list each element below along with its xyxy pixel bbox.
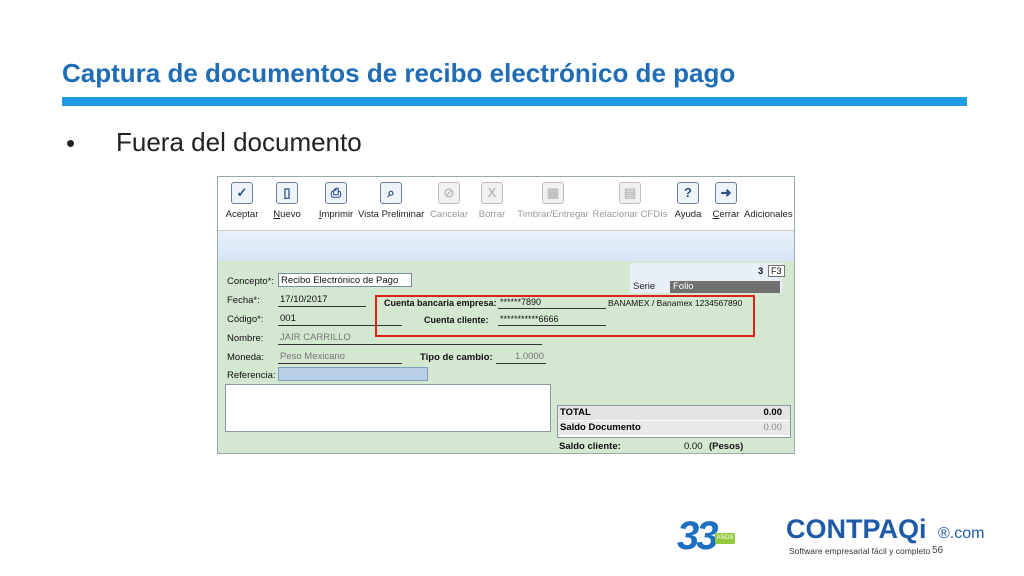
imprimir-button[interactable]: ⎙ Imprimir	[316, 180, 356, 228]
check-icon: ✓	[231, 182, 253, 204]
total-row: TOTAL 0.00	[558, 406, 790, 420]
saldo-documento-value: 0.00	[763, 422, 783, 433]
codigo-label: Código*:	[227, 314, 264, 325]
nuevo-button[interactable]: ▯ Nuevo	[268, 180, 306, 228]
aceptar-button[interactable]: ✓ Aceptar	[222, 180, 262, 228]
f3-key[interactable]: F3	[768, 265, 785, 277]
relacionar-cfdis-button[interactable]: ▤ Relacionar CFDIs	[592, 180, 668, 228]
stamp-icon: ▦	[542, 182, 564, 204]
referencia-label: Referencia:	[227, 370, 276, 381]
brand-tagline: Software empresarial fácil y completo	[789, 546, 931, 556]
nuevo-label: Nuevo	[273, 209, 301, 220]
folio-number: 3	[758, 266, 764, 277]
adicionales-button[interactable]: Adicionales	[744, 180, 793, 228]
nombre-label: Nombre:	[227, 333, 264, 344]
adicionales-label: Adicionales	[744, 209, 793, 220]
bullet-marker: •	[66, 128, 76, 158]
ayuda-label: Ayuda	[674, 209, 702, 220]
relacionar-cfdis-label: Relacionar CFDIs	[592, 209, 668, 220]
referencia-field[interactable]	[278, 367, 428, 381]
total-label: TOTAL	[560, 407, 591, 418]
saldo-cliente-currency: (Pesos)	[709, 441, 744, 452]
timbrar-entregar-label: Timbrar/Entregar	[517, 209, 589, 220]
observaciones-textarea[interactable]	[225, 384, 551, 432]
ayuda-button[interactable]: ? Ayuda	[670, 180, 706, 228]
cerrar-button[interactable]: ➜ Cerrar	[710, 180, 742, 228]
cancelar-button[interactable]: ⊘ Cancelar	[428, 180, 470, 228]
help-icon: ?	[677, 182, 699, 204]
printer-icon: ⎙	[325, 182, 347, 204]
cancelar-label: Cancelar	[429, 209, 469, 220]
document-capture-window: ✓ Aceptar ▯ Nuevo ⎙ Imprimir ⌕ Vista Pre…	[217, 176, 795, 454]
relate-icon: ▤	[619, 182, 641, 204]
header-strip	[218, 231, 794, 261]
saldo-cliente-value: 0.00	[684, 441, 703, 452]
concepto-field[interactable]: Recibo Electrónico de Pago	[278, 273, 412, 287]
contpaqi-logo-suffix: ®.com	[938, 525, 985, 542]
saldo-documento-label: Saldo Documento	[560, 422, 641, 433]
vista-preliminar-label: Vista Preliminar	[358, 209, 425, 220]
tipo-cambio-field[interactable]: 1.0000	[496, 350, 546, 364]
moneda-field[interactable]: Peso Mexicano	[278, 350, 402, 364]
saldo-cliente-label: Saldo cliente:	[559, 441, 621, 452]
page-number: 56	[932, 545, 944, 556]
tipo-cambio-label: Tipo de cambio:	[420, 352, 493, 363]
cancel-icon: ⊘	[438, 182, 460, 204]
folio-field[interactable]: Folio	[670, 281, 780, 293]
title-rule	[62, 97, 967, 106]
concepto-label: Concepto*:	[227, 276, 275, 287]
vista-preliminar-button[interactable]: ⌕ Vista Preliminar	[358, 180, 424, 228]
toolbar: ✓ Aceptar ▯ Nuevo ⎙ Imprimir ⌕ Vista Pre…	[218, 177, 794, 231]
borrar-label: Borrar	[478, 209, 506, 220]
borrar-button[interactable]: X Borrar	[476, 180, 508, 228]
aceptar-label: Aceptar	[225, 209, 259, 220]
serie-label: Serie	[633, 281, 656, 292]
serie-folio-panel: 3 F3 Serie Folio	[630, 263, 785, 293]
new-document-icon: ▯	[276, 182, 298, 204]
timbrar-entregar-button[interactable]: ▦ Timbrar/Entregar	[516, 180, 590, 228]
total-value: 0.00	[763, 407, 783, 418]
imprimir-label: Imprimir	[318, 209, 354, 220]
delete-icon: X	[481, 182, 503, 204]
fecha-field[interactable]: 17/10/2017	[278, 293, 366, 307]
anniversary-logo: 33	[677, 514, 718, 558]
exit-icon: ➜	[715, 182, 737, 204]
anniversary-badge: AÑOS	[715, 533, 735, 544]
cerrar-label: Cerrar	[712, 209, 740, 220]
totals-panel: TOTAL 0.00 Saldo Documento 0.00	[557, 405, 791, 438]
moneda-label: Moneda:	[227, 352, 264, 363]
slide-title: Captura de documentos de recibo electrón…	[62, 58, 736, 88]
saldo-documento-row: Saldo Documento 0.00	[558, 421, 790, 435]
print-preview-icon: ⌕	[380, 182, 402, 204]
bullet-text: Fuera del documento	[116, 127, 362, 157]
fecha-label: Fecha*:	[227, 295, 260, 306]
contpaqi-logo: CONTPAQi	[786, 514, 927, 544]
highlight-box	[375, 295, 755, 337]
